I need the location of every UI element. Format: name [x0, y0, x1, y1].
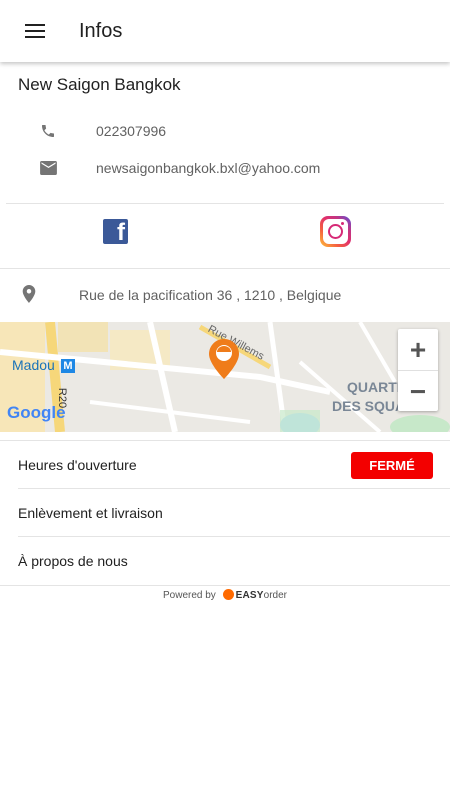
menu-icon: [25, 24, 45, 38]
address-text: Rue de la pacification 36 , 1210 , Belgi…: [79, 287, 342, 303]
map-zoom-controls: + −: [398, 329, 438, 411]
email-row[interactable]: newsaigonbangkok.bxl@yahoo.com: [0, 153, 450, 183]
email-address: newsaigonbangkok.bxl@yahoo.com: [96, 160, 321, 176]
zoom-out-button[interactable]: −: [398, 371, 438, 412]
metro-icon: M: [61, 359, 75, 373]
pickup-delivery-label: Enlèvement et livraison: [18, 505, 163, 521]
pickup-delivery-row[interactable]: Enlèvement et livraison: [0, 489, 450, 537]
about-us-row[interactable]: À propos de nous: [0, 537, 450, 585]
location-pin-icon: [22, 285, 40, 305]
map-station-label: Madou: [12, 357, 55, 373]
zoom-in-button[interactable]: +: [398, 329, 438, 370]
powered-by-footer: Powered by EASYorder: [0, 589, 450, 601]
about-us-label: À propos de nous: [18, 553, 128, 569]
map-marker-icon[interactable]: [209, 339, 239, 379]
opening-hours-label: Heures d'ouverture: [18, 457, 137, 473]
opening-hours-row[interactable]: Heures d'ouverture FERMÉ: [0, 441, 450, 489]
app-bar: Infos: [0, 0, 450, 62]
divider: [0, 268, 450, 269]
brand-suffix: order: [263, 590, 287, 601]
phone-row[interactable]: 022307996: [0, 116, 450, 146]
map[interactable]: Madou M Rue Willems R20 QUARTIER DES SQU…: [0, 322, 450, 432]
restaurant-name: New Saigon Bangkok: [18, 75, 181, 94]
easyorder-logo-icon: [222, 589, 234, 600]
powered-by-text: Powered by: [163, 590, 216, 601]
menu-button[interactable]: [0, 0, 70, 62]
page-title: Infos: [79, 19, 123, 42]
social-links: f: [0, 204, 450, 268]
google-logo: Google: [7, 403, 66, 422]
facebook-icon[interactable]: f: [103, 219, 128, 245]
status-badge: FERMÉ: [351, 452, 433, 479]
phone-number: 022307996: [96, 123, 167, 139]
email-icon: [38, 158, 58, 178]
brand-prefix: EASY: [235, 590, 264, 601]
address-row[interactable]: Rue de la pacification 36 , 1210 , Belgi…: [0, 280, 450, 310]
divider: [0, 585, 450, 586]
instagram-icon[interactable]: [320, 216, 351, 247]
phone-icon: [38, 121, 58, 141]
